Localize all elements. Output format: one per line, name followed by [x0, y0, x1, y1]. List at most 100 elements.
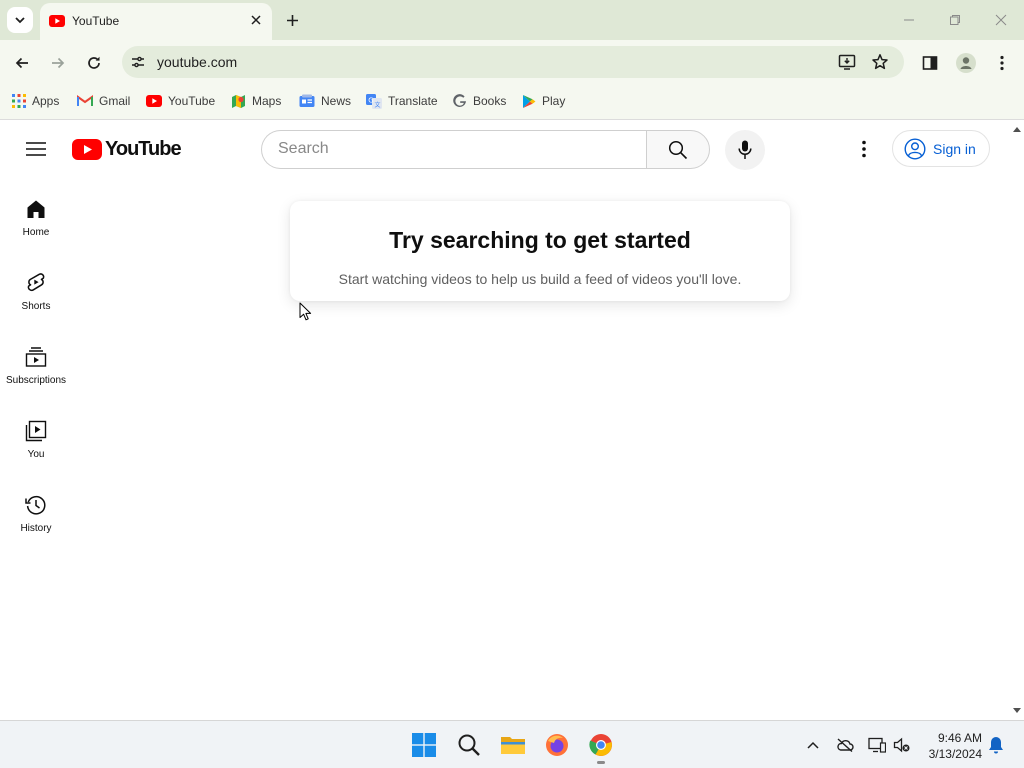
chrome-menu-button[interactable]: [991, 52, 1013, 74]
bookmark-label: YouTube: [168, 94, 216, 108]
reload-icon: [88, 56, 100, 69]
install-app-icon[interactable]: [838, 53, 856, 71]
chrome-button[interactable]: [588, 732, 614, 764]
feed-nudge-body: Start watching videos to help us build a…: [338, 271, 742, 287]
onedrive-offline-icon[interactable]: [836, 736, 854, 754]
page-scrollbar[interactable]: [1010, 121, 1024, 720]
play-store-icon: [523, 94, 536, 108]
bookmark-youtube[interactable]: YouTube: [146, 93, 215, 109]
file-explorer-button[interactable]: [500, 732, 526, 758]
scroll-up-arrow-icon[interactable]: [1013, 126, 1021, 132]
bookmark-apps[interactable]: Apps: [12, 93, 59, 109]
history-icon: [24, 493, 48, 517]
reload-button[interactable]: [83, 52, 105, 74]
bookmark-label: Gmail: [99, 94, 131, 108]
more-vert-icon: [1000, 55, 1004, 71]
bookmark-gmail[interactable]: Gmail: [77, 93, 130, 109]
maps-icon: [232, 94, 245, 108]
feed-nudge-card: Try searching to get started Start watch…: [290, 201, 790, 301]
guide-menu-button[interactable]: [22, 137, 50, 161]
bookmark-play[interactable]: Play: [522, 93, 565, 109]
bookmark-maps[interactable]: Maps: [231, 93, 281, 109]
guide-item-history[interactable]: History: [0, 487, 72, 547]
forward-button[interactable]: [47, 52, 69, 74]
tab-close-icon[interactable]: [248, 12, 264, 28]
folder-icon: [501, 737, 525, 754]
browser-tab-youtube[interactable]: YouTube: [40, 3, 272, 40]
more-vert-icon: [862, 140, 866, 158]
clock-time: 9:46 AM: [937, 731, 982, 745]
minimize-button[interactable]: [899, 10, 919, 30]
new-tab-button[interactable]: [282, 10, 302, 30]
guide-item-you[interactable]: You: [0, 413, 72, 473]
volume-muted-icon[interactable]: [893, 736, 911, 754]
youtube-page: YouTube Sign in Home: [0, 121, 1010, 720]
chrome-icon: [589, 734, 612, 756]
network-icon[interactable]: [868, 736, 886, 754]
youtube-play-logo-icon: [72, 138, 102, 160]
guide-item-subscriptions[interactable]: Subscriptions: [0, 339, 72, 399]
address-bar[interactable]: youtube.com: [122, 46, 904, 78]
google-g-icon: [453, 94, 466, 107]
bookmarks-bar: Apps Gmail YouTube Maps News G 文 Transla…: [0, 85, 1024, 120]
close-window-button[interactable]: [991, 10, 1011, 30]
active-app-indicator: [597, 761, 605, 764]
clock-date: 3/13/2024: [928, 747, 982, 761]
windows-logo-icon: [412, 733, 436, 757]
search-button[interactable]: [646, 130, 710, 169]
bookmark-label: Maps: [252, 94, 282, 108]
close-icon: [995, 14, 1007, 26]
guide-label: You: [27, 449, 45, 460]
youtube-logo[interactable]: YouTube: [72, 137, 182, 160]
arrow-right-icon: [52, 57, 65, 69]
youtube-icon: [146, 95, 162, 107]
start-button[interactable]: [411, 732, 437, 758]
search-input[interactable]: [278, 140, 628, 158]
back-button[interactable]: [11, 52, 33, 74]
search-icon: [458, 734, 480, 756]
guide-item-home[interactable]: Home: [0, 191, 72, 251]
guide-item-shorts[interactable]: Shorts: [0, 265, 72, 325]
taskbar-search-button[interactable]: [456, 732, 482, 758]
side-panel-button[interactable]: [919, 52, 941, 74]
notifications-bell-icon[interactable]: [987, 736, 1005, 754]
address-url[interactable]: youtube.com: [157, 54, 237, 70]
sign-in-label: Sign in: [933, 140, 976, 157]
news-icon: [299, 94, 315, 107]
bookmark-translate[interactable]: G 文 Translate: [366, 93, 438, 109]
guide-label: Shorts: [21, 301, 51, 312]
settings-menu-button[interactable]: [853, 137, 875, 161]
mouse-cursor-icon: [299, 302, 312, 321]
bookmark-books[interactable]: Books: [453, 93, 506, 109]
bookmark-label: Play: [542, 94, 566, 108]
gmail-icon: [77, 95, 93, 106]
show-hidden-icons-button[interactable]: [804, 736, 822, 754]
sign-in-button[interactable]: Sign in: [892, 130, 990, 167]
side-panel-icon: [922, 56, 938, 70]
profile-avatar-icon: [956, 53, 976, 73]
translate-icon: G 文: [366, 93, 382, 109]
bookmark-news[interactable]: News: [299, 93, 351, 109]
profile-button[interactable]: [955, 52, 977, 74]
firefox-button[interactable]: [544, 732, 570, 758]
windows-taskbar: 9:46 AM 3/13/2024: [0, 720, 1024, 768]
bookmark-label: News: [321, 94, 352, 108]
youtube-wordmark: YouTube: [105, 137, 182, 160]
bookmark-star-icon[interactable]: [871, 53, 889, 71]
search-box: [261, 130, 647, 169]
tab-search-button[interactable]: [7, 7, 33, 33]
voice-search-button[interactable]: [725, 130, 765, 170]
guide-label: Home: [22, 227, 50, 238]
taskbar-clock[interactable]: 9:46 AM 3/13/2024: [920, 730, 982, 762]
guide-label: Subscriptions: [5, 375, 67, 386]
svg-text:文: 文: [375, 100, 381, 108]
tab-title: YouTube: [72, 14, 120, 28]
feed-nudge-title: Try searching to get started: [389, 227, 691, 253]
apps-grid-icon: [12, 94, 26, 108]
restore-button[interactable]: [945, 10, 965, 30]
site-info-icon[interactable]: [130, 54, 146, 75]
shorts-icon: [24, 271, 48, 295]
scroll-down-arrow-icon[interactable]: [1013, 708, 1021, 714]
home-icon: [24, 197, 48, 221]
svg-text:G: G: [368, 96, 373, 104]
